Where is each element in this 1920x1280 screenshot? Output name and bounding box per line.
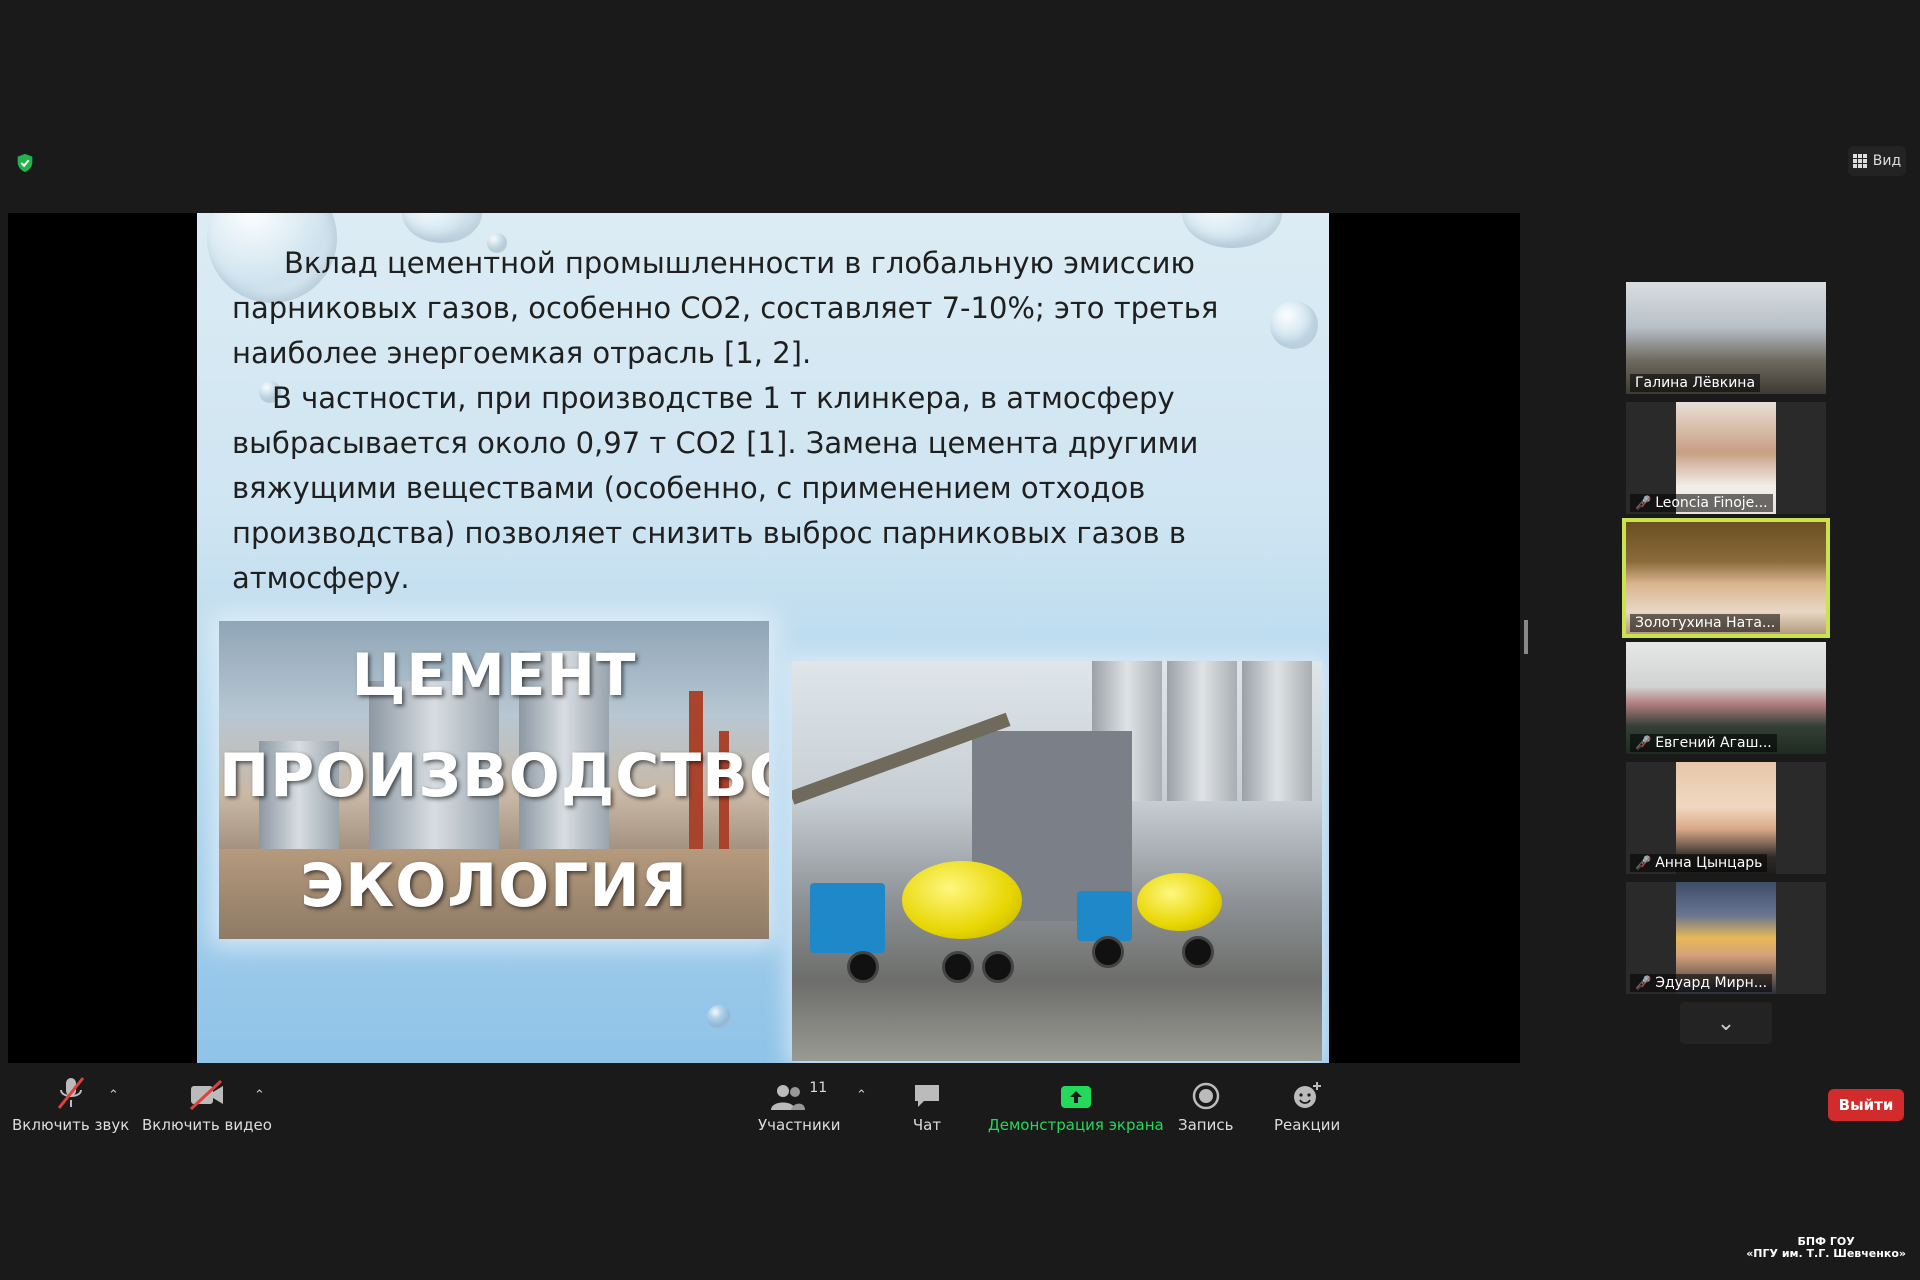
record-label: Запись bbox=[1178, 1116, 1234, 1134]
meeting-toolbar: Включить звук ⌃ Включить видео ⌃ 11 Учас… bbox=[0, 1070, 1920, 1150]
cement-plant-image: ЦЕМЕНТ ПРОИЗВОДСТВО ЭКОЛОГИЯ bbox=[219, 621, 769, 939]
shared-screen: Вклад цементной промышленности в глобаль… bbox=[8, 213, 1520, 1063]
participant-name: 🎤̸ Leoncia Finoje... bbox=[1630, 494, 1773, 512]
participant-name: Галина Лёвкина bbox=[1630, 374, 1761, 392]
participants-icon bbox=[771, 1085, 806, 1110]
share-screen-label: Демонстрация экрана bbox=[988, 1116, 1164, 1134]
view-button[interactable]: Вид bbox=[1848, 146, 1906, 176]
shield-check-icon[interactable] bbox=[14, 152, 36, 174]
watermark: БПФ ГОУ «ПГУ им. Т.Г. Шевченко» bbox=[1746, 1236, 1906, 1260]
image-word-production: ПРОИЗВОДСТВО bbox=[219, 741, 769, 811]
bubble-decoration bbox=[707, 1005, 731, 1029]
participants-label: Участники bbox=[758, 1116, 841, 1134]
presentation-slide: Вклад цементной промышленности в глобаль… bbox=[197, 213, 1329, 1063]
participants-button[interactable]: 11 Участники bbox=[758, 1070, 841, 1134]
mic-muted-icon: 🎤̸ bbox=[1635, 975, 1652, 991]
share-screen-icon bbox=[1060, 1086, 1091, 1108]
participant-tile[interactable]: 🎤̸ Евгений Агаш... bbox=[1626, 642, 1826, 754]
reactions-icon bbox=[1294, 1082, 1322, 1108]
chat-button[interactable]: Чат bbox=[912, 1070, 942, 1134]
participant-name: 🎤̸ Эдуард Мирн... bbox=[1630, 974, 1773, 992]
participants-count: 11 bbox=[809, 1080, 828, 1096]
reactions-button[interactable]: Реакции bbox=[1274, 1070, 1340, 1134]
participants-options-caret[interactable]: ⌃ bbox=[856, 1088, 867, 1103]
bubble-decoration bbox=[402, 213, 482, 243]
video-off-icon bbox=[189, 1080, 223, 1110]
record-icon bbox=[1192, 1082, 1219, 1110]
start-video-label: Включить видео bbox=[142, 1116, 272, 1134]
participant-name: 🎤̸ Анна Цынцарь bbox=[1630, 854, 1768, 872]
watermark-line-2: «ПГУ им. Т.Г. Шевченко» bbox=[1746, 1247, 1906, 1260]
slide-paragraph-1: Вклад цементной промышленности в глобаль… bbox=[232, 246, 1219, 370]
grid-icon bbox=[1852, 154, 1867, 168]
audio-options-caret[interactable]: ⌃ bbox=[108, 1088, 119, 1103]
slide-text: Вклад цементной промышленности в глобаль… bbox=[232, 241, 1307, 601]
participant-tile[interactable]: 🎤̸ Leoncia Finoje... bbox=[1626, 402, 1826, 514]
mic-muted-icon: 🎤̸ bbox=[1635, 735, 1652, 751]
record-button[interactable]: Запись bbox=[1178, 1070, 1233, 1134]
mic-muted-icon: 🎤̸ bbox=[1635, 495, 1652, 511]
view-button-label: Вид bbox=[1872, 153, 1902, 169]
reactions-label: Реакции bbox=[1274, 1116, 1341, 1134]
participant-name: Золотухина Ната... bbox=[1630, 614, 1781, 632]
mic-muted-icon: 🎤̸ bbox=[1635, 855, 1652, 871]
share-screen-button[interactable]: Демонстрация экрана bbox=[988, 1070, 1164, 1134]
scroll-participants-down-button[interactable]: ⌄ bbox=[1680, 1002, 1772, 1044]
participant-name: 🎤̸ Евгений Агаш... bbox=[1630, 734, 1777, 752]
mic-off-icon bbox=[57, 1077, 84, 1109]
slide-paragraph-2: В частности, при производстве 1 т клинке… bbox=[232, 381, 1199, 595]
image-word-cement: ЦЕМЕНТ bbox=[351, 641, 637, 709]
participant-tile[interactable]: Галина Лёвкина bbox=[1626, 282, 1826, 394]
unmute-label: Включить звук bbox=[12, 1116, 130, 1134]
leave-button[interactable]: Выйти bbox=[1828, 1089, 1904, 1121]
image-word-ecology: ЭКОЛОГИЯ bbox=[300, 851, 688, 921]
video-options-caret[interactable]: ⌃ bbox=[254, 1088, 265, 1103]
chat-icon bbox=[915, 1085, 939, 1107]
participant-tile[interactable]: 🎤̸ Анна Цынцарь bbox=[1626, 762, 1826, 874]
participant-tile[interactable]: 🎤̸ Эдуард Мирн... bbox=[1626, 882, 1826, 994]
participant-tile-active-speaker[interactable]: Золотухина Ната... bbox=[1622, 518, 1830, 638]
concrete-plant-image bbox=[792, 661, 1322, 1061]
chevron-down-icon: ⌄ bbox=[1716, 1010, 1736, 1036]
panel-splitter[interactable] bbox=[1524, 620, 1528, 654]
start-video-button[interactable]: Включить видео bbox=[142, 1070, 272, 1134]
chat-label: Чат bbox=[912, 1116, 942, 1134]
